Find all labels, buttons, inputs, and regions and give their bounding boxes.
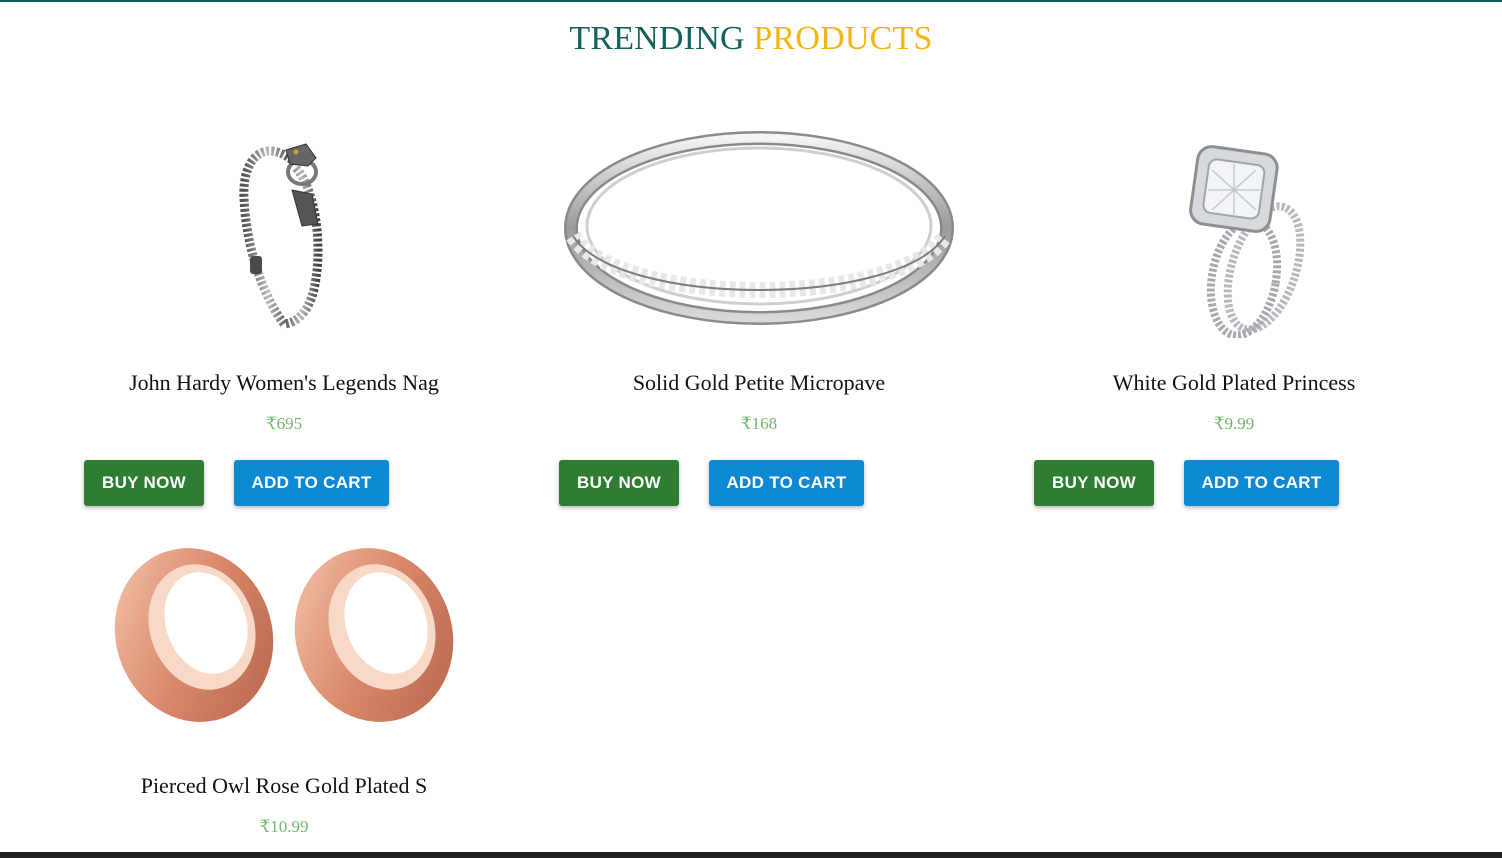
diamond-ring-image xyxy=(1189,145,1305,338)
product-price: ₹9.99 xyxy=(1213,414,1255,433)
buy-now-button[interactable]: BUY NOW xyxy=(84,460,204,506)
product-image-bracelet[interactable] xyxy=(84,128,484,338)
band-ring-image xyxy=(564,131,954,325)
add-to-cart-button[interactable]: ADD TO CART xyxy=(709,460,864,506)
product-name[interactable]: White Gold Plated Princess xyxy=(1034,370,1434,396)
product-name[interactable]: Solid Gold Petite Micropave xyxy=(559,370,959,396)
product-price: ₹695 xyxy=(265,414,303,433)
bracelet-image xyxy=(239,143,323,329)
product-image-rose-gold-plugs[interactable] xyxy=(84,535,484,745)
product-name[interactable]: John Hardy Women's Legends Nag xyxy=(84,370,484,396)
plug-right xyxy=(294,548,454,722)
section-title: TRENDING PRODUCTS xyxy=(0,20,1502,58)
buy-now-button[interactable]: BUY NOW xyxy=(559,460,679,506)
plug-left xyxy=(114,548,274,722)
product-name[interactable]: Pierced Owl Rose Gold Plated S xyxy=(84,773,484,799)
buy-now-button[interactable]: BUY NOW xyxy=(1034,460,1154,506)
section-title-primary: TRENDING xyxy=(569,20,745,57)
product-price: ₹10.99 xyxy=(259,817,309,836)
footer-bar xyxy=(0,852,1502,858)
section-title-accent: PRODUCTS xyxy=(753,20,933,57)
product-image-band-ring[interactable] xyxy=(559,128,959,338)
add-to-cart-button[interactable]: ADD TO CART xyxy=(1184,460,1339,506)
top-border xyxy=(0,0,1502,2)
product-image-diamond-ring[interactable] xyxy=(1034,128,1434,338)
product-price: ₹168 xyxy=(740,414,778,433)
rose-gold-plugs-image xyxy=(114,548,454,722)
add-to-cart-button[interactable]: ADD TO CART xyxy=(234,460,389,506)
